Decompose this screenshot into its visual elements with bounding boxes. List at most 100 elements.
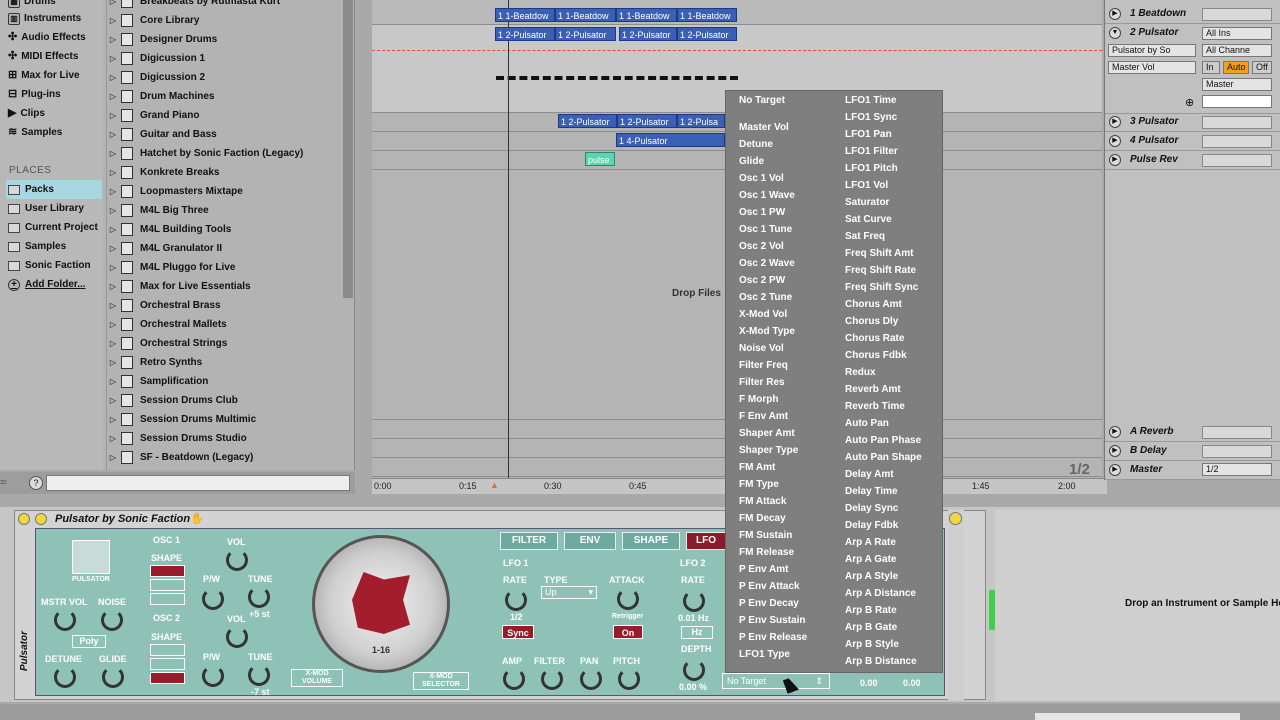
clip[interactable]: 1 2-Pulsa [677, 114, 725, 128]
menu-item[interactable]: Chorus Amt [845, 299, 902, 310]
menu-item[interactable]: Freq Shift Rate [845, 265, 916, 276]
expand-icon[interactable]: ▶ [1109, 135, 1121, 147]
category-max-for-live[interactable]: ⊞ Max for Live [8, 66, 80, 85]
expand-icon[interactable]: ▶ [1109, 426, 1121, 438]
menu-item[interactable]: FM Type [739, 479, 779, 490]
place-user-library[interactable]: User Library [6, 199, 102, 218]
category-plugins[interactable]: ⊟ Plug-ins [8, 85, 61, 104]
menu-item[interactable]: X-Mod Type [739, 326, 795, 337]
track-header[interactable]: ▶ Pulse Rev [1105, 151, 1280, 170]
expand-arrow-icon[interactable]: ▷ [107, 339, 119, 348]
menu-item[interactable]: Arp B Rate [845, 605, 897, 616]
poly-toggle[interactable]: Poly [72, 635, 106, 648]
menu-item[interactable]: P Env Decay [739, 598, 799, 609]
power-icon[interactable] [949, 512, 962, 525]
menu-item[interactable]: P Env Sustain [739, 615, 806, 626]
menu-item[interactable]: Filter Res [739, 377, 785, 388]
pack-item[interactable]: ▷ SF - Beatdown (Legacy) [107, 448, 345, 467]
tab-env[interactable]: ENV [564, 532, 616, 550]
menu-item[interactable]: Arp A Style [845, 571, 898, 582]
menu-item[interactable]: X-Mod Vol [739, 309, 787, 320]
expand-arrow-icon[interactable]: ▷ [107, 377, 119, 386]
retrigger-on-button[interactable]: On [613, 625, 643, 639]
clip[interactable]: 1 2-Pulsator [617, 114, 677, 128]
track-clip-slot[interactable] [1202, 116, 1272, 129]
menu-item[interactable]: LFO1 Type [739, 649, 790, 660]
lfo-amp-knob[interactable] [503, 668, 525, 690]
menu-item[interactable]: Arp A Distance [845, 588, 916, 599]
clip[interactable]: 1 1-Beatdow [555, 8, 616, 22]
expand-arrow-icon[interactable]: ▷ [107, 111, 119, 120]
expand-icon[interactable]: ▶ [1109, 116, 1121, 128]
osc1-wave-sine[interactable] [150, 579, 185, 591]
lfo1-attack-knob[interactable] [617, 588, 639, 610]
track-clip-slot[interactable] [1202, 8, 1272, 21]
pack-item[interactable]: ▷ Session Drums Multimic [107, 410, 345, 429]
expand-arrow-icon[interactable]: ▷ [107, 358, 119, 367]
menu-item[interactable]: FM Decay [739, 513, 786, 524]
collapse-icon[interactable]: ≈ [0, 475, 20, 493]
add-lane-icon[interactable]: ⊕ [1185, 96, 1194, 109]
expand-arrow-icon[interactable]: ▷ [107, 263, 119, 272]
osc2-pw-knob[interactable] [202, 665, 224, 687]
clip[interactable]: 1 2-Pulsator [677, 27, 737, 41]
menu-item[interactable]: Noise Vol [739, 343, 784, 354]
pack-item[interactable]: ▷ Digicussion 2 [107, 68, 345, 87]
menu-item[interactable]: LFO1 Time [845, 95, 897, 106]
menu-item[interactable]: Auto Pan Phase [845, 435, 921, 446]
lfo1-sync-button[interactable]: Sync [502, 625, 534, 639]
expand-arrow-icon[interactable]: ▷ [107, 453, 119, 462]
osc1-vol-knob[interactable] [226, 549, 248, 571]
menu-item[interactable]: LFO1 Pan [845, 129, 892, 140]
depth-knob[interactable] [683, 659, 705, 681]
device-on-icon[interactable] [35, 513, 47, 525]
expand-arrow-icon[interactable]: ▷ [107, 301, 119, 310]
track-clip-slot[interactable] [1202, 445, 1272, 458]
menu-item[interactable]: Delay Amt [845, 469, 894, 480]
menu-item[interactable]: LFO1 Filter [845, 146, 898, 157]
menu-item[interactable]: Freq Shift Sync [845, 282, 918, 293]
menu-item[interactable]: Osc 2 Tune [739, 292, 792, 303]
menu-item[interactable]: Arp B Gate [845, 622, 897, 633]
pack-item[interactable]: ▷ Core Library [107, 11, 345, 30]
menu-item[interactable]: Redux [845, 367, 876, 378]
parameter-select[interactable]: Master Vol [1108, 61, 1196, 74]
menu-item[interactable]: Osc 1 Tune [739, 224, 792, 235]
category-midi-effects[interactable]: ✣ MIDI Effects [8, 47, 78, 66]
menu-item[interactable]: Delay Fdbk [845, 520, 898, 531]
pack-item[interactable]: ▷ M4L Pluggo for Live [107, 258, 345, 277]
output-select[interactable]: Master [1202, 78, 1272, 91]
expand-arrow-icon[interactable]: ▷ [107, 244, 119, 253]
expand-arrow-icon[interactable]: ▷ [107, 130, 119, 139]
osc2-wave-saw[interactable] [150, 644, 185, 656]
menu-item[interactable]: Arp A Gate [845, 554, 897, 565]
menu-item[interactable]: FM Sustain [739, 530, 792, 541]
menu-item[interactable]: Filter Freq [739, 360, 788, 371]
osc1-tune-knob[interactable] [248, 586, 270, 608]
osc2-wave-square[interactable] [150, 672, 185, 684]
pack-item[interactable]: ▷ Drum Machines [107, 87, 345, 106]
clip[interactable]: 1 1-Beatdow [495, 8, 555, 22]
add-folder-link[interactable]: + Add Folder... [6, 275, 102, 294]
category-samples[interactable]: ≋ Samples [8, 123, 62, 142]
monitor-auto-button[interactable]: Auto [1223, 61, 1249, 74]
menu-item[interactable]: Arp B Distance [845, 656, 917, 667]
output-channel-field[interactable] [1202, 95, 1272, 108]
menu-item[interactable]: LFO1 Pitch [845, 163, 898, 174]
browser-scrollbar[interactable] [343, 0, 353, 298]
menu-item[interactable]: FM Attack [739, 496, 786, 507]
osc2-tune-knob[interactable] [248, 664, 270, 686]
clip[interactable]: 1 1-Beatdow [616, 8, 677, 22]
menu-item[interactable]: Glide [739, 156, 764, 167]
menu-item[interactable]: P Env Amt [739, 564, 788, 575]
osc1-wave-saw[interactable] [150, 565, 185, 577]
device-select[interactable]: Pulsator by So [1108, 44, 1196, 57]
pack-item[interactable]: ▷ Guitar and Bass [107, 125, 345, 144]
category-clips[interactable]: ▶ Clips [8, 104, 45, 123]
pack-item[interactable]: ▷ Orchestral Mallets [107, 315, 345, 334]
pack-item[interactable]: ▷ Designer Drums [107, 30, 345, 49]
pack-item[interactable]: ▷ Orchestral Brass [107, 296, 345, 315]
clip[interactable]: 1 2-Pulsator [558, 114, 617, 128]
pack-item[interactable]: ▷ Breakbeats by Rutmasta Kurt [107, 0, 345, 11]
loop-marker-icon[interactable]: ▲ [490, 480, 499, 490]
